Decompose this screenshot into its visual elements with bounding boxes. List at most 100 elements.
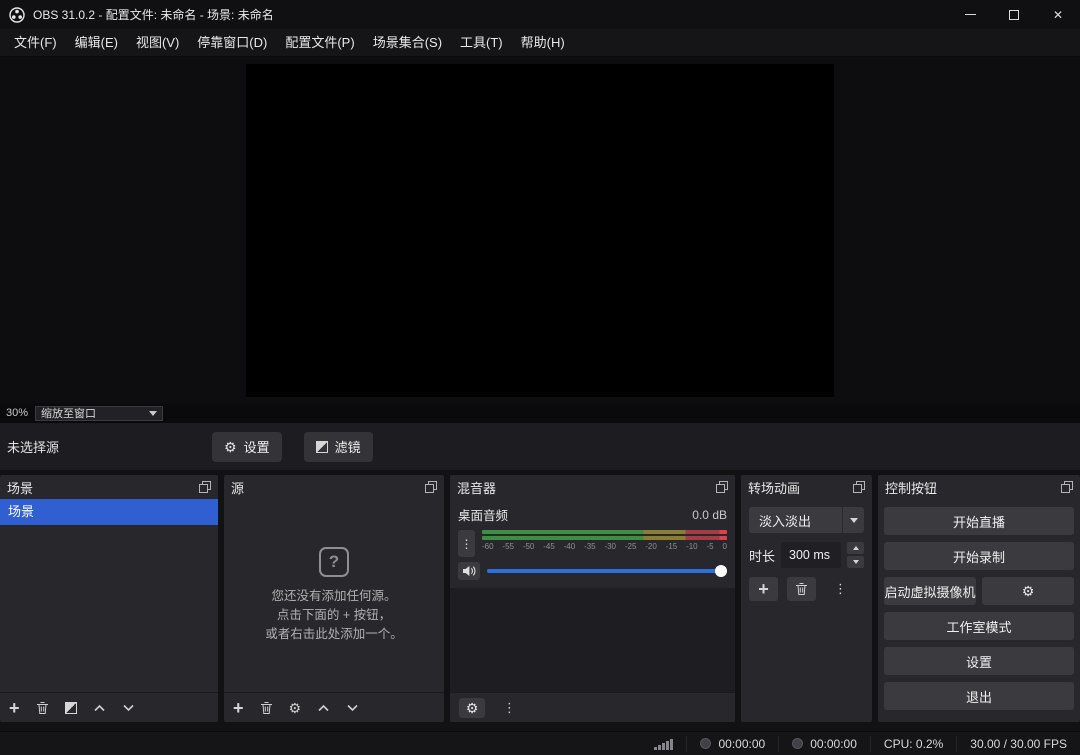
start-virtual-camera-button[interactable]: 启动虚拟摄像机: [884, 577, 976, 605]
menubar: 文件(F) 编辑(E) 视图(V) 停靠窗口(D) 配置文件(P) 场景集合(S…: [0, 29, 1080, 57]
volume-meter-scale: -60 -55 -50 -45 -40 -35 -30 -25 -20 -15 …: [482, 542, 727, 551]
move-scene-down-button[interactable]: [122, 704, 135, 712]
menu-view[interactable]: 视图(V): [127, 29, 188, 57]
start-recording-button[interactable]: 开始录制: [884, 542, 1074, 570]
remove-source-button[interactable]: [260, 701, 273, 715]
duration-input[interactable]: 300 ms: [781, 542, 841, 568]
scenes-toolbar: +: [0, 692, 218, 722]
mixer-channel-menu-button[interactable]: ⋮: [458, 530, 475, 557]
chevron-down-icon: [346, 704, 359, 712]
plus-icon: +: [233, 699, 244, 717]
studio-mode-button[interactable]: 工作室模式: [884, 612, 1074, 640]
preview-canvas[interactable]: [246, 64, 834, 397]
meter-tick: -60: [482, 542, 494, 551]
transition-duration-row: 时长 300 ms: [749, 542, 864, 568]
close-button[interactable]: ✕: [1036, 0, 1080, 29]
menu-docks[interactable]: 停靠窗口(D): [188, 29, 276, 57]
sources-empty-line3: 或者右击此处添加一个。: [265, 625, 403, 644]
transition-select[interactable]: 淡入淡出: [749, 507, 864, 533]
volume-meter-bar-right: [482, 536, 727, 540]
meter-tick: -5: [706, 542, 713, 551]
transition-properties-button[interactable]: ⋮: [834, 581, 847, 597]
mixer-toolbar: ⚙ ⋮: [450, 692, 735, 722]
recording-timer: 00:00:00: [686, 736, 778, 752]
filter-icon: [65, 702, 77, 714]
volume-slider-track: [487, 569, 725, 573]
menu-tools[interactable]: 工具(T): [451, 29, 512, 57]
sources-empty-state[interactable]: ? 您还没有添加任何源。 点击下面的 + 按钮， 或者右击此处添加一个。: [224, 499, 444, 692]
volume-slider-handle[interactable]: [715, 565, 727, 577]
source-properties-toolbar-button[interactable]: ⚙: [289, 701, 302, 715]
menu-scene-collection[interactable]: 场景集合(S): [364, 29, 451, 57]
move-scene-up-button[interactable]: [93, 704, 106, 712]
kebab-menu-icon: ⋮: [503, 700, 516, 716]
duration-label: 时长: [749, 546, 775, 565]
settings-button[interactable]: 设置: [884, 647, 1074, 675]
start-streaming-button[interactable]: 开始直播: [884, 507, 1074, 535]
record-status-icon: [700, 738, 711, 749]
menu-profile[interactable]: 配置文件(P): [276, 29, 363, 57]
source-toolbar: 未选择源 ⚙ 设置 滤镜: [0, 422, 1080, 470]
selected-source-status: 未选择源: [0, 437, 212, 456]
fps-value: 30.00 / 30.00 FPS: [970, 737, 1067, 751]
chevron-up-icon: [853, 546, 859, 550]
volume-meter: -60 -55 -50 -45 -40 -35 -30 -25 -20 -15 …: [482, 530, 727, 557]
scene-filters-button[interactable]: [65, 702, 77, 714]
scene-transitions-dock: 转场动画 淡入淡出 时长 300 ms: [741, 475, 872, 722]
move-source-down-button[interactable]: [346, 704, 359, 712]
volume-slider[interactable]: [487, 564, 727, 578]
transitions-actions: + ⋮: [749, 577, 864, 601]
remove-transition-button[interactable]: [787, 577, 816, 601]
audio-mixer-dock: 混音器 桌面音频 0.0 dB ⋮ -60: [450, 475, 735, 722]
maximize-button[interactable]: [992, 0, 1036, 29]
remove-scene-button[interactable]: [36, 701, 49, 715]
transitions-dock-title: 转场动画: [748, 478, 800, 497]
sources-dock-header: 源: [224, 475, 444, 499]
minimize-button[interactable]: [948, 0, 992, 29]
titlebar: OBS 31.0.2 - 配置文件: 未命名 - 场景: 未命名 ✕: [0, 0, 1080, 29]
exit-button[interactable]: 退出: [884, 682, 1074, 710]
sources-dock-title: 源: [231, 478, 244, 497]
sources-dock: 源 ? 您还没有添加任何源。 点击下面的 + 按钮， 或者右击此处添加一个。 +: [224, 475, 444, 722]
mixer-dock-header: 混音器: [450, 475, 735, 499]
preview-zoom-row: 30% 缩放至窗口: [0, 404, 1080, 422]
virtual-camera-settings-button[interactable]: ⚙: [982, 577, 1074, 605]
gear-icon: ⚙: [224, 440, 237, 454]
meter-tick: -20: [645, 542, 657, 551]
add-transition-button[interactable]: +: [749, 577, 778, 601]
sources-empty-text: 您还没有添加任何源。 点击下面的 + 按钮， 或者右击此处添加一个。: [265, 587, 403, 644]
chevron-down-icon: [149, 411, 157, 416]
kebab-menu-icon: ⋮: [461, 537, 473, 551]
duration-increase-button[interactable]: [847, 542, 864, 554]
scene-item-selected[interactable]: 场景: [0, 499, 218, 525]
menu-file[interactable]: 文件(F): [5, 29, 66, 57]
add-source-button[interactable]: +: [233, 699, 244, 717]
duration-decrease-button[interactable]: [847, 556, 864, 568]
menu-help[interactable]: 帮助(H): [512, 29, 574, 57]
obs-main-window: OBS 31.0.2 - 配置文件: 未命名 - 场景: 未命名 ✕ 文件(F)…: [0, 0, 1080, 755]
minimize-icon: [965, 14, 976, 15]
mixer-menu-button[interactable]: ⋮: [503, 700, 516, 716]
mute-button[interactable]: [458, 562, 480, 580]
menu-edit[interactable]: 编辑(E): [66, 29, 127, 57]
recording-time: 00:00:00: [718, 737, 765, 751]
transition-select-arrow[interactable]: [842, 507, 864, 533]
gear-icon: ⚙: [466, 701, 479, 715]
gear-icon: ⚙: [1022, 584, 1035, 598]
mixer-meter-row: ⋮ -60 -55 -50 -45 -40 -35 -30 -25: [458, 530, 727, 557]
scene-list: 场景: [0, 499, 218, 692]
meter-tick: -30: [604, 542, 616, 551]
zoom-mode-select[interactable]: 缩放至窗口: [35, 406, 163, 421]
window-title: OBS 31.0.2 - 配置文件: 未命名 - 场景: 未命名: [33, 6, 274, 23]
transitions-body: 淡入淡出 时长 300 ms +: [741, 499, 872, 722]
chevron-down-icon: [122, 704, 135, 712]
meter-tick: -40: [564, 542, 576, 551]
source-filters-button[interactable]: 滤镜: [304, 432, 373, 462]
source-properties-button[interactable]: ⚙ 设置: [212, 432, 282, 462]
advanced-audio-properties-button[interactable]: ⚙: [459, 698, 485, 718]
filter-icon: [316, 441, 328, 453]
add-scene-button[interactable]: +: [9, 699, 20, 717]
signal-bars-icon: [654, 738, 673, 750]
move-source-up-button[interactable]: [317, 704, 330, 712]
window-controls: ✕: [948, 0, 1080, 29]
